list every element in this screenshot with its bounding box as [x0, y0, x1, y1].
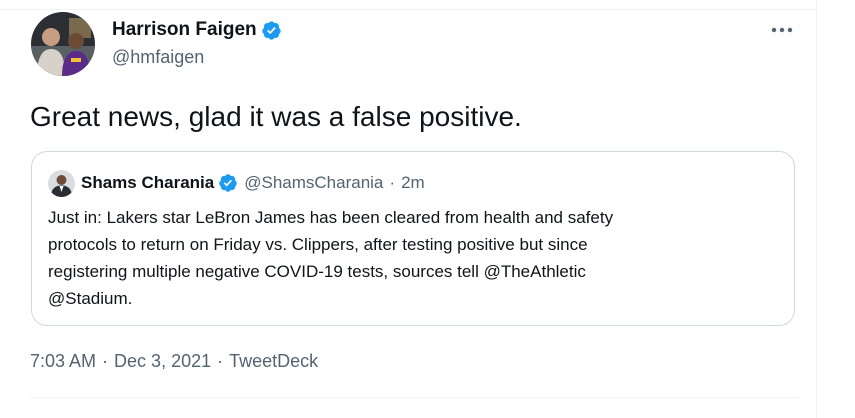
- separator-dot: ·: [217, 350, 224, 371]
- tweet-column: Harrison Faigen @hmfaigen Great news, gl…: [0, 0, 817, 418]
- quoted-tweet[interactable]: Shams Charania @ShamsCharania · 2m Just …: [31, 151, 795, 326]
- verified-badge-icon: [261, 20, 281, 40]
- quoted-author-avatar[interactable]: [48, 169, 75, 197]
- separator-dot: ·: [102, 350, 109, 371]
- tweet-time[interactable]: 7:03 AM: [30, 351, 96, 372]
- profile-photo-icon: [31, 12, 95, 76]
- tweet-meta: 7:03 AM · Dec 3, 2021 · TweetDeck: [30, 350, 318, 372]
- quoted-tweet-line: protocols to return on Friday vs. Clippe…: [48, 235, 588, 254]
- top-divider: [0, 9, 817, 10]
- author-name-row[interactable]: Harrison Faigen: [112, 19, 282, 41]
- verified-badge-icon: [219, 174, 237, 192]
- quoted-author-name[interactable]: Shams Charania: [81, 173, 214, 193]
- quoted-tweet-time[interactable]: 2m: [401, 173, 425, 193]
- quoted-author-handle[interactable]: @ShamsCharania: [244, 173, 383, 193]
- more-horizontal-icon: [771, 27, 793, 33]
- quoted-tweet-line: Just in: Lakers star LeBron James has be…: [48, 208, 614, 227]
- author-avatar[interactable]: [31, 12, 95, 76]
- tweet-page: Harrison Faigen @hmfaigen Great news, gl…: [0, 0, 855, 418]
- tweet-source-link[interactable]: TweetDeck: [229, 351, 318, 372]
- author-handle[interactable]: @hmfaigen: [112, 46, 204, 68]
- profile-photo-icon: [48, 169, 75, 197]
- author-name[interactable]: Harrison Faigen: [112, 19, 257, 41]
- separator-dot: ·: [389, 173, 396, 192]
- quoted-tweet-line: registering multiple negative COVID-19 t…: [48, 262, 586, 281]
- quoted-tweet-text: Just in: Lakers star LeBron James has be…: [48, 204, 748, 312]
- tweet-text: Great news, glad it was a false positive…: [30, 101, 522, 132]
- quoted-tweet-line: @Stadium.: [48, 289, 133, 308]
- tweet-date[interactable]: Dec 3, 2021: [114, 351, 211, 372]
- more-options-button[interactable]: [766, 19, 798, 41]
- bottom-divider: [30, 397, 798, 398]
- quoted-tweet-header: Shams Charania @ShamsCharania · 2m: [48, 169, 425, 197]
